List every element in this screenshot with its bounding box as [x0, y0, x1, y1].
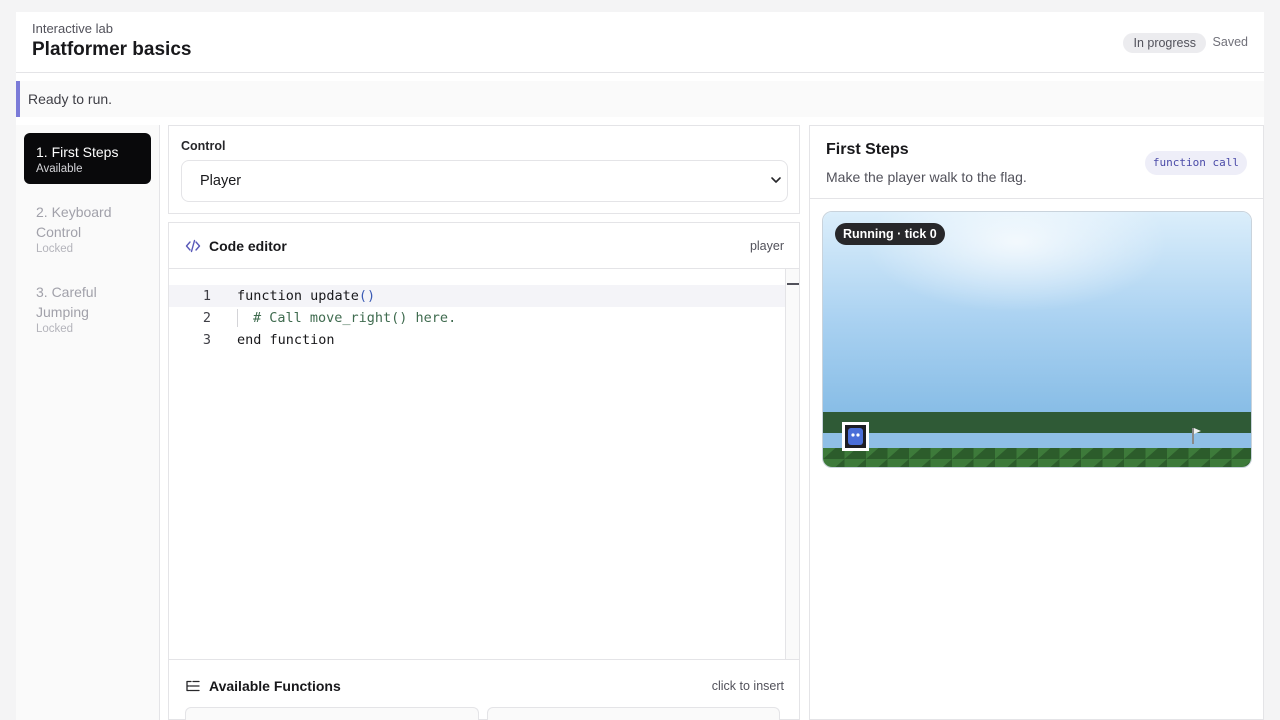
code-area[interactable]: 1 function update() 2 # Call move_right(… [169, 269, 785, 659]
control-label: Control [181, 139, 226, 153]
control-select[interactable]: Player [181, 160, 788, 202]
preview-title: First Steps [826, 141, 909, 158]
lesson-state: Available [36, 163, 83, 175]
lesson-state: Locked [36, 243, 74, 255]
chevron-down-icon [771, 177, 781, 183]
save-state: Saved [1212, 35, 1248, 49]
scrollbar-thumb[interactable] [787, 283, 799, 285]
hedge [823, 412, 1251, 433]
status-bar: Ready to run. [16, 81, 1264, 117]
game-scene [823, 212, 1251, 467]
line-number: 1 [202, 288, 211, 304]
line-number: 3 [202, 332, 211, 348]
sidebar-item-first-steps[interactable]: 1. First Steps Available [24, 133, 151, 184]
code-editor-header: Code editor player [169, 223, 799, 269]
line-number: 2 [202, 310, 211, 326]
code-editor-panel: Code editor player 1 function update() 2… [168, 222, 800, 720]
lesson-label: 3. Careful Jumping [36, 284, 97, 320]
control-panel: Control Player [168, 125, 800, 214]
lesson-sidebar: 1. First Steps Available 2. Keyboard Con… [16, 125, 160, 720]
code-paren: () [358, 288, 376, 304]
available-functions-hint: click to insert [711, 679, 784, 693]
function-insert-button[interactable] [185, 707, 479, 720]
preview-panel: First Steps Make the player walk to the … [809, 125, 1264, 720]
sidebar-item-careful-jumping[interactable]: 3. Careful Jumping Locked [24, 273, 151, 344]
list-icon [186, 680, 200, 692]
status-badge: In progress [1123, 33, 1206, 53]
concept-chip: function call [1144, 151, 1247, 175]
code-line[interactable]: 1 function update() [169, 285, 785, 307]
sidebar-item-keyboard-control[interactable]: 2. Keyboard Control Locked [24, 193, 151, 264]
control-select-value: Player [200, 173, 242, 189]
code-line[interactable]: 3 end function [169, 329, 785, 351]
lesson-label: 1. First Steps [36, 144, 119, 160]
code-editor-target: player [749, 239, 784, 253]
indent-guide [237, 309, 238, 327]
page-header: Interactive lab Platformer basics In pro… [16, 12, 1264, 73]
function-insert-button[interactable] [487, 707, 780, 720]
lesson-label: 2. Keyboard Control [36, 204, 112, 240]
ground-tiles [823, 448, 1251, 467]
code-editor-title: Code editor [209, 238, 287, 254]
code-comment: # Call move_right() here. [253, 310, 457, 326]
lesson-state: Locked [36, 323, 74, 335]
code-text: function update() [237, 285, 375, 307]
game-canvas[interactable]: Running · tick 0 [822, 211, 1252, 468]
code-token: function update [237, 288, 359, 304]
run-status-pill: Running · tick 0 [835, 223, 945, 245]
code-token: end function [237, 332, 335, 348]
preview-description: Make the player walk to the flag. [826, 169, 1027, 185]
available-functions-title: Available Functions [209, 678, 341, 694]
page-eyebrow: Interactive lab [32, 21, 113, 36]
preview-header: First Steps Make the player walk to the … [810, 126, 1263, 199]
page-title: Platformer basics [32, 39, 192, 60]
app-window: Interactive lab Platformer basics In pro… [16, 12, 1264, 720]
walk-lane [823, 433, 1251, 448]
editor-scrollbar[interactable] [785, 269, 799, 659]
code-text: # Call move_right() here. [253, 307, 456, 329]
player-sprite [842, 422, 869, 451]
code-line[interactable]: 2 # Call move_right() here. [169, 307, 785, 329]
code-icon [185, 239, 201, 253]
status-message: Ready to run. [28, 91, 113, 107]
